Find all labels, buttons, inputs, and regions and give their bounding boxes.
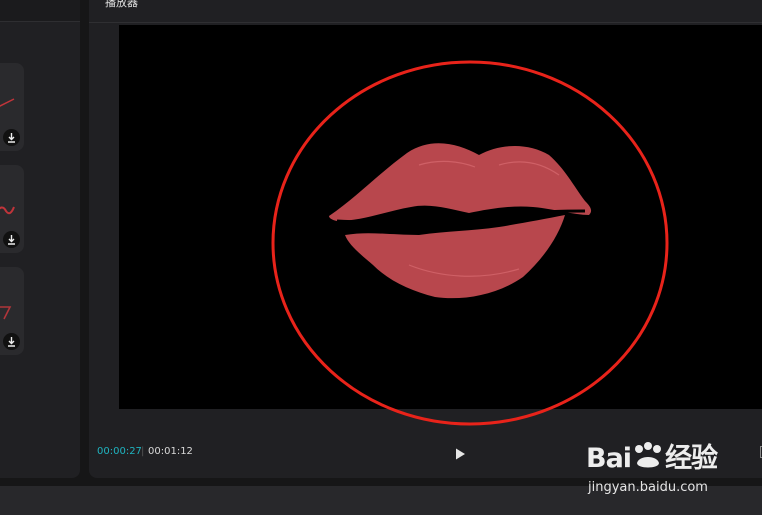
- lips-sticker: [329, 143, 592, 299]
- sticker-card-1[interactable]: [0, 63, 24, 151]
- sticker-thumbnail: [0, 306, 12, 320]
- sticker-panel: [0, 0, 80, 478]
- player-title: 播放器: [105, 0, 138, 9]
- title-divider: [89, 22, 762, 23]
- video-preview[interactable]: [119, 25, 762, 409]
- sticker-card-2[interactable]: [0, 165, 24, 253]
- sticker-thumbnail: [0, 206, 15, 215]
- sticker-thumbnail: [0, 98, 15, 107]
- sticker-card-3[interactable]: [0, 267, 24, 355]
- play-icon: [456, 448, 465, 460]
- total-time: 00:01:12: [148, 446, 193, 457]
- download-icon[interactable]: [3, 333, 20, 350]
- time-separator: |: [141, 446, 145, 457]
- current-time: 00:00:27: [97, 446, 142, 457]
- panel-header: [0, 0, 80, 22]
- player-panel: 播放器 00:00:27 | 00:01:12: [89, 0, 762, 478]
- play-button[interactable]: [453, 446, 467, 460]
- download-icon[interactable]: [3, 129, 20, 146]
- bottom-toolbar: [0, 486, 762, 515]
- download-icon[interactable]: [3, 231, 20, 248]
